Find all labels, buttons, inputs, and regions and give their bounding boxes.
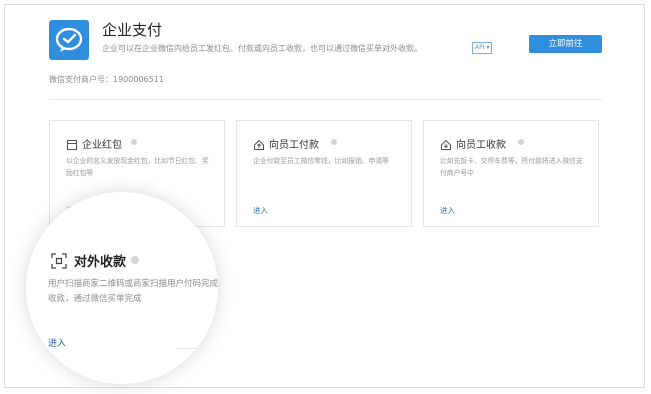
page-title: 企业支付 (102, 21, 163, 39)
card-collect-from-employee[interactable]: 向员工收款 比如充饭卡、交停车费等，所付款将进入微信支付商户号中 进入 (423, 120, 599, 227)
merchant-id: 微信支付商户号：1900006511 (49, 75, 164, 84)
card-enter-link[interactable]: 进入 (440, 205, 455, 216)
open-now-button[interactable]: 立即前往 (529, 35, 602, 53)
page-description: 企业可以在企业微信内给员工发红包、付款或向员工收款，也可以通过微信买单对外收款。 (102, 44, 422, 53)
wechat-pay-logo-icon (49, 20, 89, 60)
card-pay-employee[interactable]: 向员工付款 企业付款至员工微信零钱，比如报销、申请等 进入 (236, 120, 412, 227)
scan-qr-icon (51, 253, 67, 273)
card-description: 企业付款至员工微信零钱，比如报销、申请等 (253, 157, 389, 165)
envelope-icon (66, 136, 78, 155)
payment-out-icon (253, 136, 265, 155)
card-description: 比如充饭卡、交停车费等，所付款将进入微信支付商户号中 (440, 157, 583, 177)
info-icon[interactable] (131, 256, 139, 264)
info-icon[interactable] (518, 139, 524, 145)
magnified-card-external-collection[interactable]: 对外收款 用户扫描商家二维码或商家扫描用户付码完成收款，通过微信买单完成 进入 (26, 192, 218, 384)
card-title: 向员工付款 (269, 140, 319, 151)
card-description: 以企业的名义发放现金红包，比如节日红包、奖励红包等 (66, 157, 209, 177)
card-title: 向员工收款 (456, 140, 506, 151)
card-enter-link[interactable]: 进入 (48, 336, 66, 349)
card-border (176, 348, 218, 349)
api-badge[interactable]: API ▾ (472, 42, 493, 54)
info-icon[interactable] (331, 139, 337, 145)
card-title: 对外收款 (74, 255, 127, 270)
card-description: 用户扫描商家二维码或商家扫描用户付码完成收款，通过微信买单完成 (48, 279, 218, 304)
card-title: 企业红包 (82, 140, 122, 151)
info-icon[interactable] (131, 139, 137, 145)
payment-in-icon (440, 136, 452, 155)
card-enter-link[interactable]: 进入 (253, 205, 268, 216)
divider (49, 99, 602, 100)
